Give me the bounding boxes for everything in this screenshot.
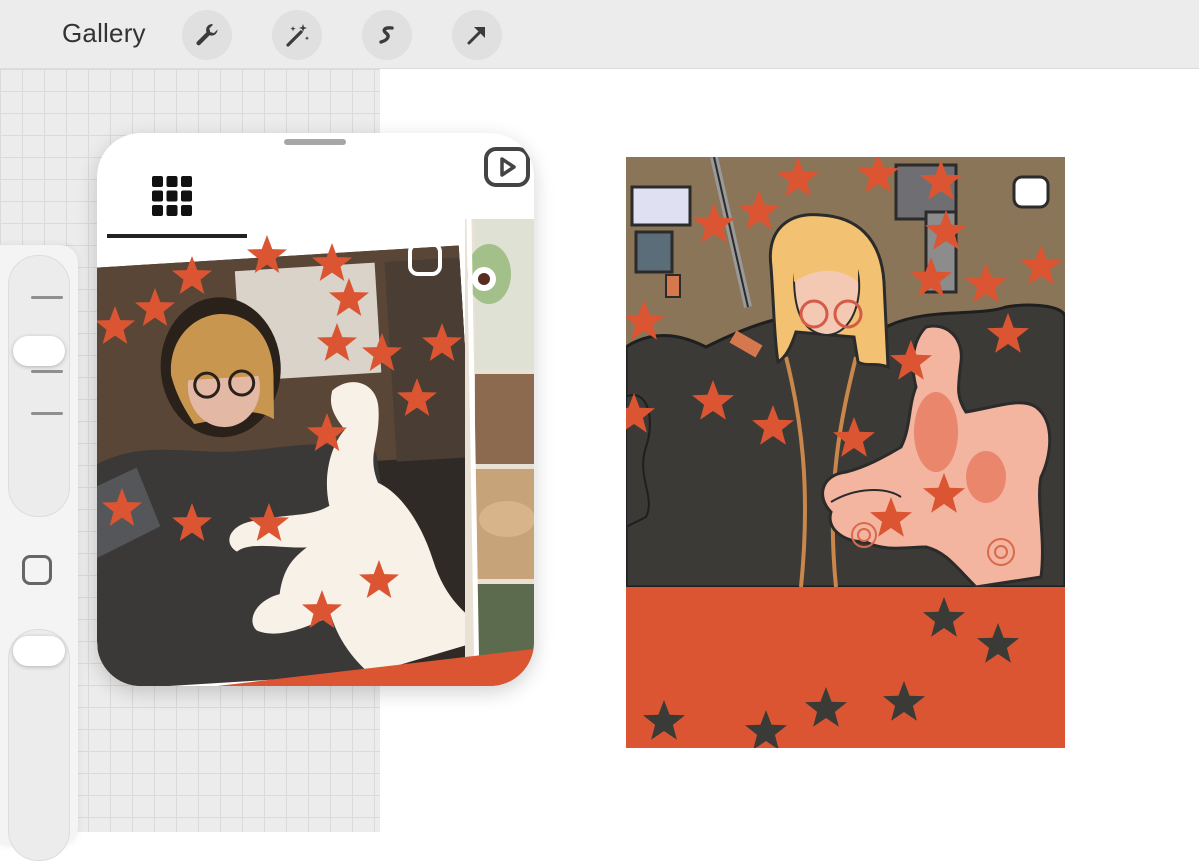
brush-size-handle[interactable]	[13, 336, 65, 366]
adjustments-button[interactable]	[272, 10, 322, 60]
transform-arrow-icon	[467, 27, 485, 45]
grid-icon[interactable]	[149, 173, 195, 219]
reference-photo	[97, 219, 534, 686]
opacity-slider[interactable]	[8, 629, 70, 861]
selection-icon	[379, 26, 394, 44]
opacity-handle[interactable]	[13, 636, 65, 666]
brush-size-slider[interactable]	[8, 255, 70, 517]
reference-window[interactable]	[97, 133, 534, 686]
magic-wand-icon	[286, 24, 310, 47]
modify-button[interactable]	[22, 555, 52, 585]
reels-icon[interactable]	[482, 141, 532, 191]
slider-tick	[31, 412, 63, 415]
slider-tick	[31, 296, 63, 299]
gallery-button[interactable]: Gallery	[62, 18, 146, 49]
artwork-canvas[interactable]	[626, 157, 1065, 748]
transform-button[interactable]	[452, 10, 502, 60]
selection-button[interactable]	[362, 10, 412, 60]
side-toolbar	[0, 245, 78, 861]
actions-button[interactable]	[182, 10, 232, 60]
top-toolbar: Gallery	[0, 0, 1199, 69]
wrench-icon	[196, 24, 218, 46]
window-drag-handle[interactable]	[284, 139, 346, 145]
slider-tick	[31, 370, 63, 373]
